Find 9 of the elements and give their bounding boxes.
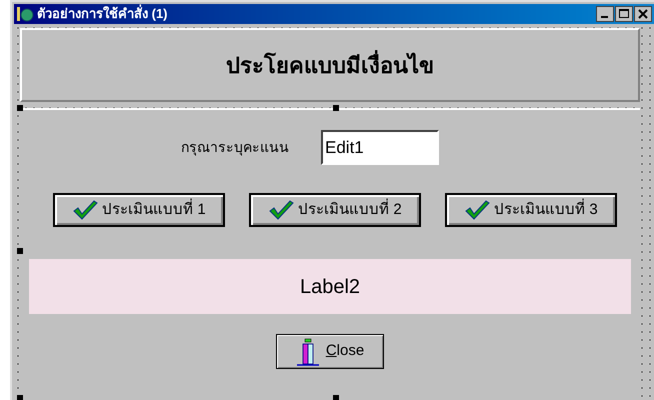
- score-input[interactable]: Edit1: [321, 130, 439, 165]
- evaluate-button[interactable]: ประเมินแบบที่ 1: [53, 193, 225, 227]
- close-button[interactable]: Close: [276, 334, 384, 369]
- evaluate-button[interactable]: ประเมินแบบที่ 3: [445, 193, 617, 227]
- result-label: Label2: [29, 259, 631, 314]
- score-label: กรุณาระบุคะแนน: [181, 138, 289, 158]
- window-title: ตัวอย่างการใช้คำสั่ง (1): [37, 4, 168, 24]
- evaluate-button[interactable]: ประเมินแบบที่ 2: [249, 193, 421, 227]
- header-caption: ประโยคแบบมีเงื่อนไข: [226, 48, 434, 82]
